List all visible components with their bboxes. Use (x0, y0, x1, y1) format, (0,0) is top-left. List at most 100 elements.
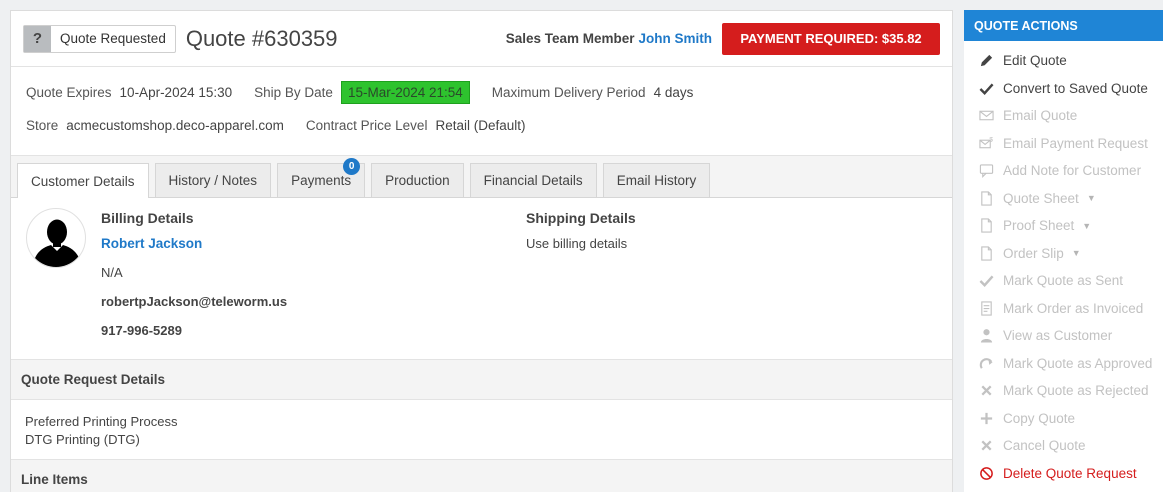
quote-expires-label: Quote Expires (26, 85, 112, 100)
action-convert-to-saved-quote[interactable]: Convert to Saved Quote (964, 75, 1163, 103)
max-delivery-label: Maximum Delivery Period (491, 85, 646, 100)
file-icon (978, 218, 994, 234)
envelope-icon (978, 108, 994, 124)
quote-actions-title: QUOTE ACTIONS (964, 10, 1163, 41)
customer-details: Billing Details Robert Jackson N/A rober… (11, 198, 952, 360)
action-quote-sheet[interactable]: Quote Sheet ▼ (964, 185, 1163, 213)
quote-header: ? Quote Requested Quote #630359 Sales Te… (11, 11, 952, 67)
user-icon (978, 328, 994, 344)
redo-icon (978, 355, 994, 371)
action-label: Proof Sheet (1003, 218, 1075, 234)
action-mark-quote-as-sent[interactable]: Mark Quote as Sent (964, 267, 1163, 295)
envelope-dollar-icon: $ (978, 135, 994, 151)
payment-required-button[interactable]: PAYMENT REQUIRED: $35.82 (722, 22, 940, 55)
quote-meta: Quote Expires 10-Apr-2024 15:30 Ship By … (11, 76, 952, 156)
quote-expires-value: 10-Apr-2024 15:30 (119, 85, 233, 100)
action-label: Mark Order as Invoiced (1003, 300, 1144, 316)
user-silhouette-icon (33, 219, 81, 267)
printing-process-value: DTG Printing (DTG) (25, 432, 140, 447)
tabs-bar: Customer Details History / Notes Payment… (11, 156, 952, 198)
billing-phone: 917-996-5289 (101, 323, 182, 338)
action-email-payment-request[interactable]: $ Email Payment Request (964, 130, 1163, 158)
line-items-header: Line Items (11, 460, 952, 492)
plus-icon (978, 410, 994, 426)
question-icon: ? (24, 25, 51, 52)
tab-payments[interactable]: Payments 0 (277, 158, 366, 197)
sales-member-label: Sales Team Member (505, 31, 635, 46)
store-label: Store (26, 118, 59, 133)
ban-icon (978, 465, 994, 481)
action-label: Copy Quote (1003, 410, 1076, 426)
shipping-details: Shipping Details Use billing details (526, 210, 636, 251)
action-label: Convert to Saved Quote (1003, 80, 1148, 96)
billing-details: Billing Details Robert Jackson N/A rober… (101, 210, 287, 338)
action-order-slip[interactable]: Order Slip ▼ (964, 240, 1163, 268)
action-label: Mark Quote as Rejected (1003, 383, 1149, 399)
tab-customer-details[interactable]: Customer Details (17, 163, 149, 198)
tab-financial-details[interactable]: Financial Details (469, 163, 597, 197)
status-badge: ? Quote Requested (23, 24, 176, 53)
action-copy-quote[interactable]: Copy Quote (964, 405, 1163, 433)
quote-request-header: Quote Request Details (11, 360, 952, 400)
action-label: Email Quote (1003, 108, 1078, 124)
quote-panel: ? Quote Requested Quote #630359 Sales Te… (10, 10, 953, 492)
billing-name-link[interactable]: Robert Jackson (101, 236, 287, 251)
caret-down-icon: ▼ (1086, 193, 1096, 204)
action-label: View as Customer (1003, 328, 1113, 344)
invoice-icon (978, 300, 994, 316)
contract-label: Contract Price Level (305, 118, 428, 133)
caret-down-icon: ▼ (1082, 220, 1092, 231)
shipping-title: Shipping Details (526, 210, 636, 226)
action-mark-quote-as-rejected[interactable]: Mark Quote as Rejected (964, 377, 1163, 405)
tab-history-notes[interactable]: History / Notes (154, 163, 272, 197)
action-label: Edit Quote (1003, 53, 1067, 69)
action-label: Add Note for Customer (1003, 163, 1142, 179)
action-label: Order Slip (1003, 245, 1064, 261)
quote-request-body: Preferred Printing Process DTG Printing … (11, 400, 952, 460)
action-mark-quote-as-approved[interactable]: Mark Quote as Approved (964, 350, 1163, 378)
times-icon (978, 383, 994, 399)
max-delivery-value: 4 days (653, 85, 694, 100)
status-label: Quote Requested (60, 31, 166, 46)
sales-member-link[interactable]: John Smith (639, 31, 713, 46)
action-label: Mark Quote as Approved (1003, 355, 1153, 371)
action-label: Email Payment Request (1003, 135, 1148, 151)
action-cancel-quote[interactable]: Cancel Quote (964, 432, 1163, 460)
action-view-as-customer[interactable]: View as Customer (964, 322, 1163, 350)
action-email-quote[interactable]: Email Quote (964, 102, 1163, 130)
billing-email: robertpJackson@teleworm.us (101, 294, 288, 309)
check-icon (978, 273, 994, 289)
shipping-text: Use billing details (526, 236, 628, 251)
action-edit-quote[interactable]: Edit Quote (964, 47, 1163, 75)
pencil-icon (978, 53, 994, 69)
check-icon (978, 80, 994, 96)
printing-process-label: Preferred Printing Process (25, 414, 178, 429)
payments-count-badge: 0 (343, 158, 361, 175)
billing-company: N/A (101, 265, 123, 280)
action-proof-sheet[interactable]: Proof Sheet ▼ (964, 212, 1163, 240)
action-label: Quote Sheet (1003, 190, 1079, 206)
comment-icon (978, 163, 994, 179)
contract-value: Retail (Default) (435, 118, 526, 133)
avatar (26, 208, 86, 268)
file-icon (978, 190, 994, 206)
billing-title: Billing Details (101, 210, 194, 226)
action-label: Mark Quote as Sent (1003, 273, 1124, 289)
page-title: Quote #630359 (185, 25, 338, 51)
quote-actions-sidebar: QUOTE ACTIONS Edit Quote Convert to Saved… (964, 10, 1163, 492)
svg-text:$: $ (989, 136, 993, 143)
quote-actions-list: Edit Quote Convert to Saved Quote Email Qu… (964, 41, 1163, 487)
times-icon (978, 438, 994, 454)
tab-production[interactable]: Production (371, 163, 464, 197)
ship-by-value: 15-Mar-2024 21:54 (340, 81, 470, 104)
action-label: Delete Quote Request (1003, 465, 1137, 481)
ship-by-label: Ship By Date (254, 85, 333, 100)
action-delete-quote-request[interactable]: Delete Quote Request (964, 460, 1163, 488)
action-mark-order-as-invoiced[interactable]: Mark Order as Invoiced (964, 295, 1163, 323)
tab-email-history[interactable]: Email History (602, 163, 711, 197)
file-icon (978, 245, 994, 261)
action-label: Cancel Quote (1003, 438, 1086, 454)
action-add-note-for-customer[interactable]: Add Note for Customer (964, 157, 1163, 185)
store-value: acmecustomshop.deco-apparel.com (66, 118, 284, 133)
caret-down-icon: ▼ (1071, 248, 1081, 259)
